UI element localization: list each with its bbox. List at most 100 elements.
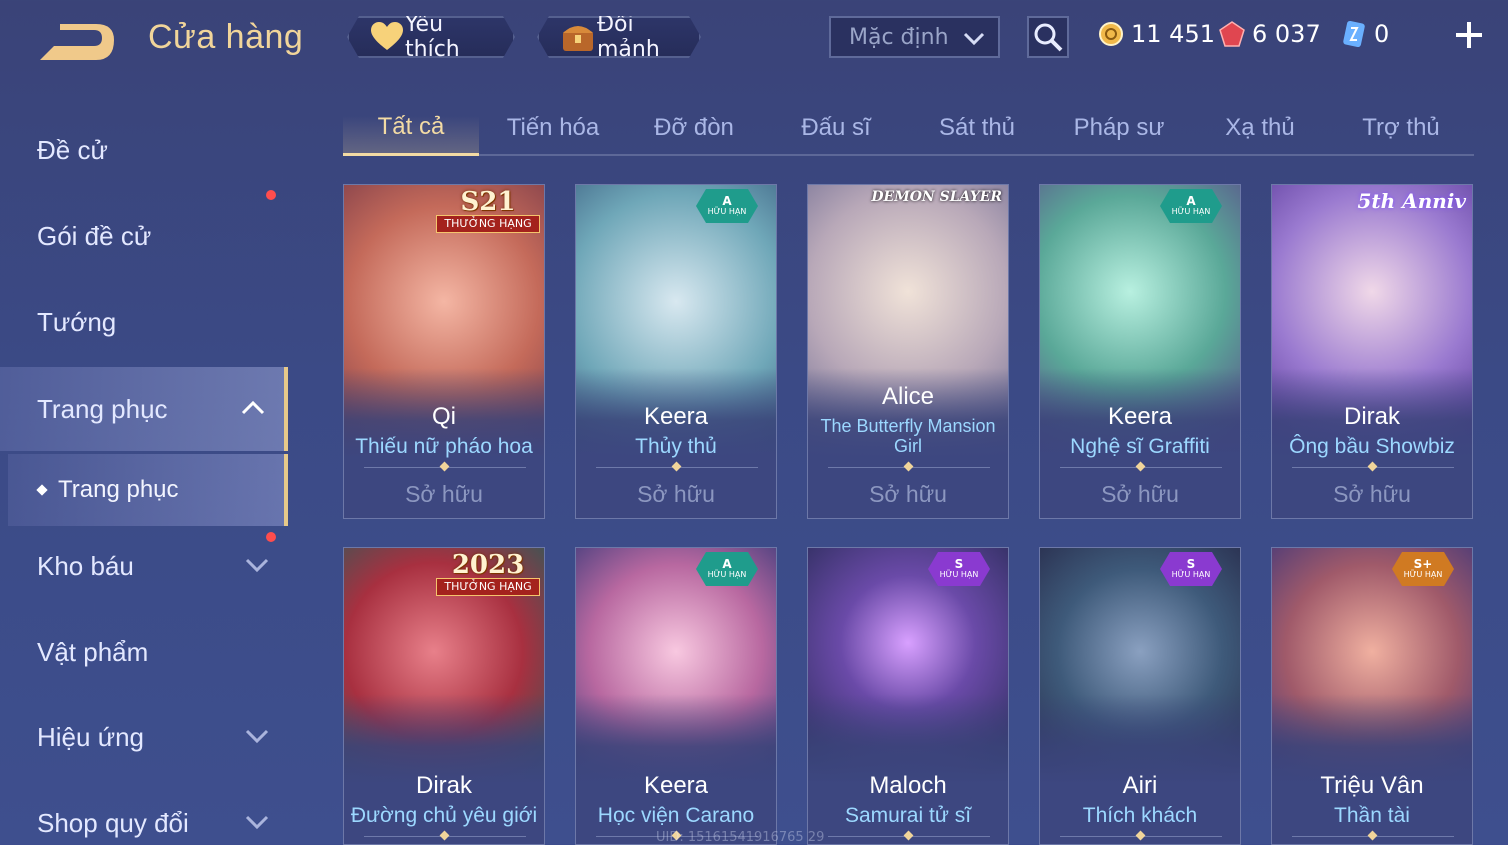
sidebar-item-treasure[interactable]: Kho báu — [0, 526, 288, 606]
plus-icon — [1456, 22, 1482, 48]
sidebar-item-label: Đề cử — [37, 134, 108, 165]
sidebar-item-heroes[interactable]: Tướng — [0, 282, 288, 362]
sidebar-item-exchange-shop[interactable]: Shop quy đổi — [0, 783, 288, 845]
favorites-button[interactable]: Yêu thích — [347, 16, 515, 58]
skin-name: Thần tài — [1334, 804, 1410, 827]
voucher-icon — [1340, 20, 1368, 48]
hero-name: Dirak — [1343, 403, 1400, 430]
skin-name: The Butterfly Mansion Girl — [820, 416, 996, 456]
tab-fighter[interactable]: Đấu sĩ — [768, 100, 904, 156]
gold-currency: 11 451 — [1097, 18, 1215, 50]
skin-card[interactable]: S HỮU HẠN Airi Thích khách — [1039, 547, 1241, 845]
owned-status: Sở hữu — [869, 481, 947, 507]
voucher-currency: 0 — [1340, 18, 1389, 50]
skin-name: Thủy thủ — [635, 435, 717, 458]
sidebar-item-label: Trang phục — [37, 393, 168, 424]
hero-name: Alice — [881, 383, 935, 410]
chevron-down-icon — [963, 32, 985, 46]
skin-name: Ông bầu Showbiz — [1289, 435, 1455, 458]
sort-dropdown[interactable]: Mặc định — [829, 16, 1000, 58]
tier-badge: S HỮU HẠN — [1160, 552, 1222, 586]
back-button[interactable] — [36, 20, 120, 64]
skin-card[interactable]: S21 THƯỞNG HẠNG Qi Thiếu nữ pháo hoa Sở … — [343, 184, 545, 519]
tab-tank[interactable]: Đỡ đòn — [626, 100, 762, 156]
role-tabs: Tất cả Tiến hóa Đỡ đòn Đấu sĩ Sát thủ Ph… — [343, 100, 1474, 156]
bullet-icon — [36, 484, 48, 496]
gold-amount: 11 451 — [1131, 20, 1215, 48]
sidebar-item-label: Tướng — [37, 306, 117, 337]
sidebar-item-label: Vật phẩm — [37, 636, 149, 667]
tab-assassin[interactable]: Sát thủ — [909, 100, 1045, 156]
back-arrow-icon — [40, 24, 114, 60]
tier-badge: S+ HỮU HẠN — [1392, 552, 1454, 586]
sidebar-item-label: Gói đề cử — [37, 220, 152, 251]
tab-evolution[interactable]: Tiến hóa — [483, 100, 623, 156]
tab-all[interactable]: Tất cả — [343, 100, 479, 156]
skin-name: Samurai tử sĩ — [844, 804, 972, 827]
hero-name: Airi — [1122, 772, 1158, 799]
voucher-amount: 0 — [1374, 20, 1390, 48]
uid-watermark: UID: 15161541916765 29 — [656, 830, 825, 845]
tier-badge: A HỮU HẠN — [1160, 189, 1222, 223]
chevron-down-icon — [245, 729, 269, 744]
owned-status: Sở hữu — [1333, 481, 1411, 507]
skin-name: Học viện Carano — [597, 804, 755, 827]
red-gem-icon — [1218, 20, 1246, 48]
skin-card[interactable]: A HỮU HẠN Keera Học viện Carano — [575, 547, 777, 845]
top-bar: Cửa hàng Yêu thích Đổi mảnh Mặc định 11 … — [0, 0, 1508, 80]
tab-mage[interactable]: Pháp sư — [1049, 100, 1189, 156]
hero-name: Keera — [643, 403, 709, 430]
sort-value: Mặc định — [849, 24, 949, 50]
sidebar-item-skins[interactable]: Trang phục — [0, 367, 288, 451]
rank-reward-badge: 2023 THƯỞNG HẠNG — [432, 550, 544, 604]
skin-card[interactable]: S HỮU HẠN Maloch Samurai tử sĩ — [807, 547, 1009, 845]
anniversary-logo: 5th Anniv — [1357, 189, 1466, 213]
sidebar-item-items[interactable]: Vật phẩm — [0, 612, 288, 692]
hero-name: Keera — [1107, 403, 1173, 430]
hero-name: Keera — [643, 772, 709, 799]
skin-card[interactable]: A HỮU HẠN Keera Nghệ sĩ Graffiti Sở hữu — [1039, 184, 1241, 519]
sidebar-subitem-skins[interactable]: Trang phục — [8, 454, 288, 526]
notification-dot — [266, 532, 276, 542]
skin-card[interactable]: DEMON SLAYER Alice The Butterfly Mansion… — [807, 184, 1009, 519]
chest-icon — [561, 20, 595, 54]
tab-marksman[interactable]: Xạ thủ — [1192, 100, 1328, 156]
gem-amount: 6 037 — [1252, 20, 1321, 48]
skin-card[interactable]: 5th Anniv Dirak Ông bầu Showbiz Sở hữu — [1271, 184, 1473, 519]
owned-status: Sở hữu — [637, 481, 715, 507]
add-currency-button[interactable] — [1450, 16, 1488, 54]
sidebar: Đề cử Gói đề cử Tướng Trang phục Trang p… — [0, 110, 292, 845]
chevron-up-icon — [241, 400, 265, 415]
search-icon — [1034, 23, 1063, 52]
heart-icon — [371, 20, 403, 54]
sidebar-item-label: Hiệu ứng — [37, 721, 145, 752]
skin-name: Nghệ sĩ Graffiti — [1070, 435, 1210, 458]
skin-name: Đường chủ yêu giới — [350, 804, 538, 827]
skin-card[interactable]: S+ HỮU HẠN Triệu Vân Thần tài — [1271, 547, 1473, 845]
hero-name: Qi — [432, 403, 456, 430]
sidebar-item-recommended[interactable]: Đề cử — [0, 110, 288, 190]
exchange-label: Đổi mảnh — [597, 12, 660, 62]
collab-logo: DEMON SLAYER — [871, 189, 1002, 205]
chevron-down-icon — [245, 815, 269, 830]
skin-card[interactable]: A HỮU HẠN Keera Thủy thủ Sở hữu — [575, 184, 777, 519]
favorites-label: Yêu thích — [405, 12, 460, 62]
hero-name: Maloch — [869, 772, 947, 799]
owned-status: Sở hữu — [1101, 481, 1179, 507]
tab-support[interactable]: Trợ thủ — [1333, 100, 1469, 156]
hero-name: Dirak — [415, 772, 472, 799]
tier-badge: S HỮU HẠN — [928, 552, 990, 586]
hero-name: Triệu Vân — [1320, 772, 1424, 799]
chevron-down-icon — [245, 558, 269, 573]
owned-status: Sở hữu — [405, 481, 483, 507]
skin-card[interactable]: 2023 THƯỞNG HẠNG Dirak Đường chủ yêu giớ… — [343, 547, 545, 845]
tier-badge: A HỮU HẠN — [696, 189, 758, 223]
sidebar-item-label: Kho báu — [37, 550, 134, 581]
sidebar-subitem-label: Trang phục — [58, 476, 179, 503]
search-button[interactable] — [1027, 16, 1069, 58]
exchange-fragments-button[interactable]: Đổi mảnh — [537, 16, 701, 58]
skin-name: Thích khách — [1082, 804, 1198, 827]
sidebar-item-effects[interactable]: Hiệu ứng — [0, 697, 288, 777]
sidebar-item-bundles[interactable]: Gói đề cử — [0, 190, 288, 276]
sidebar-item-label: Shop quy đổi — [37, 807, 189, 838]
